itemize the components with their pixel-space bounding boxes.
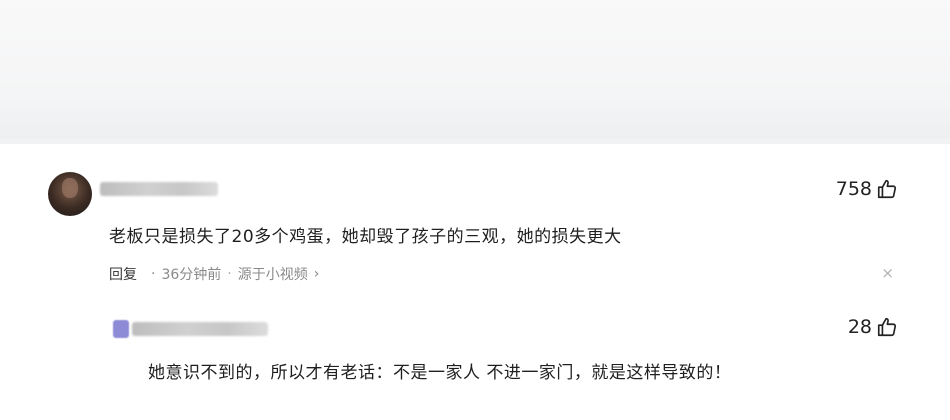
reply-avatar[interactable] [113, 320, 129, 338]
reply-like-button[interactable]: 28 [848, 316, 898, 338]
source-link[interactable]: 源于小视频 [238, 264, 308, 284]
reply-like-count: 28 [847, 316, 872, 338]
close-icon[interactable]: × [881, 264, 894, 282]
chevron-right-icon: › [313, 266, 320, 282]
blurred-username[interactable] [100, 182, 218, 196]
dot-separator: · [151, 266, 156, 282]
comment-time: 36分钟前 [161, 267, 222, 283]
blurred-reply-username[interactable] [132, 322, 268, 336]
section-divider [0, 138, 950, 144]
comment-meta: 回复 · 36分钟前 · 源于小视频 › [109, 264, 319, 284]
reply-text: 她意识不到的，所以才有老话：不是一家人 不进一家门，就是这样导致的！ [148, 363, 732, 383]
thumbs-up-icon [877, 317, 897, 337]
like-button[interactable]: 758 [836, 178, 898, 200]
avatar[interactable] [48, 172, 92, 216]
reply-item: 28 她意识不到的，所以才有老话：不是一家人 不进一家门，就是这样导致的！ [0, 300, 950, 420]
dot-separator: · [227, 266, 232, 282]
reply-button[interactable]: 回复 [109, 264, 137, 284]
video-area-placeholder [0, 0, 950, 138]
comment-text: 老板只是损失了20多个鸡蛋，她却毁了孩子的三观，她的损失更大 [109, 227, 622, 247]
like-count: 758 [835, 178, 872, 200]
comment-item: 758 老板只是损失了20多个鸡蛋，她却毁了孩子的三观，她的损失更大 回复 · … [0, 150, 950, 300]
comment-screen: 758 老板只是损失了20多个鸡蛋，她却毁了孩子的三观，她的损失更大 回复 · … [0, 0, 950, 420]
thumbs-up-icon [877, 179, 897, 199]
